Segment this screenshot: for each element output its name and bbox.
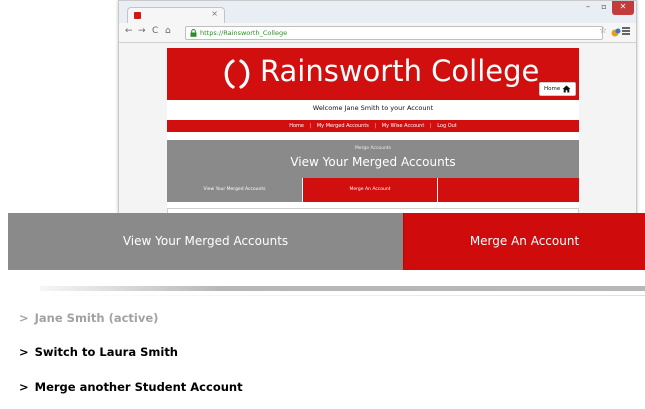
screenshot-stage: × – ▫ ✕ ← → C ⌂ https://Rainsworth_Colle… xyxy=(0,0,645,409)
website: Rainsworth College Home Welcome Jane Smi… xyxy=(167,48,579,214)
browser-toolbar: ← → C ⌂ https://Rainsworth_College ☆ xyxy=(119,23,636,43)
lock-icon xyxy=(190,29,197,37)
account-item-active: > Jane Smith (active) xyxy=(19,311,158,325)
forward-icon[interactable]: → xyxy=(138,26,146,36)
browser-viewport: Rainsworth College Home Welcome Jane Smi… xyxy=(119,44,636,214)
nav-my-merged-accounts[interactable]: My Merged Accounts xyxy=(317,123,369,129)
browser-window: × – ▫ ✕ ← → C ⌂ https://Rainsworth_Colle… xyxy=(118,0,637,214)
menu-icon[interactable] xyxy=(622,27,630,35)
divider xyxy=(20,295,645,296)
home-icon xyxy=(562,85,571,93)
window-controls: – ▫ ✕ xyxy=(580,1,634,15)
favicon-icon xyxy=(134,12,141,19)
chevron-right-icon: > xyxy=(19,311,29,325)
zoomed-overlay: View Your Merged Accounts Merge An Accou… xyxy=(0,213,645,409)
welcome-message: Welcome Jane Smith to your Account xyxy=(312,104,434,112)
site-title: Rainsworth College xyxy=(260,54,540,88)
home-button-label: Home xyxy=(544,86,561,92)
nav-separator: | xyxy=(309,123,312,129)
account-label: Merge another Student Account xyxy=(34,380,243,394)
merge-account-link[interactable]: > Merge another Student Account xyxy=(19,380,243,394)
restore-button[interactable]: ▫ xyxy=(596,1,612,15)
tab-merge-an-account[interactable]: Merge An Account xyxy=(302,178,437,202)
nav-log-out[interactable]: Log Out xyxy=(437,123,457,129)
url-text: https://Rainsworth_College xyxy=(200,29,288,37)
zoomed-tab-view-merged-accounts[interactable]: View Your Merged Accounts xyxy=(8,213,403,270)
sub-tabs: View Your Merged Accounts Merge An Accou… xyxy=(167,178,579,202)
back-icon[interactable]: ← xyxy=(125,26,133,36)
home-button[interactable]: Home xyxy=(539,82,576,96)
nav-my-wise-account[interactable]: My Wise Account xyxy=(382,123,425,129)
close-icon[interactable]: × xyxy=(211,9,218,18)
site-header: Rainsworth College Home xyxy=(167,48,579,100)
breadcrumb: Merge Accounts xyxy=(355,146,391,151)
window-close-button[interactable]: ✕ xyxy=(612,1,634,15)
account-label: Switch to Laura Smith xyxy=(34,345,178,359)
nav-home[interactable]: Home xyxy=(289,123,304,129)
chevron-right-icon: > xyxy=(19,380,29,394)
nav-separator: | xyxy=(429,123,432,129)
title-bar: × – ▫ ✕ xyxy=(119,1,636,23)
laurel-logo-icon xyxy=(224,59,250,89)
account-label: Jane Smith (active) xyxy=(34,311,159,325)
browser-tab[interactable]: × xyxy=(127,7,225,23)
divider xyxy=(40,286,645,291)
extension-icon[interactable] xyxy=(611,28,621,37)
home-nav-icon[interactable]: ⌂ xyxy=(165,26,171,36)
zoomed-tab-merge-an-account[interactable]: Merge An Account xyxy=(403,213,645,270)
page-header-panel: Merge Accounts View Your Merged Accounts xyxy=(167,140,579,178)
page-title: View Your Merged Accounts xyxy=(290,155,456,169)
tab-empty xyxy=(437,178,579,202)
switch-account-link[interactable]: > Switch to Laura Smith xyxy=(19,345,178,359)
address-bar[interactable]: https://Rainsworth_College xyxy=(185,26,603,40)
nav-separator: | xyxy=(374,123,377,129)
chevron-right-icon: > xyxy=(19,345,29,359)
tab-view-merged-accounts[interactable]: View Your Merged Accounts xyxy=(167,178,302,202)
minimize-button[interactable]: – xyxy=(580,1,596,15)
star-icon[interactable]: ☆ xyxy=(599,26,607,36)
reload-icon[interactable]: C xyxy=(152,26,158,36)
top-navigation: Home | My Merged Accounts | My Wise Acco… xyxy=(167,120,579,132)
zoomed-tabs: View Your Merged Accounts Merge An Accou… xyxy=(8,213,645,270)
